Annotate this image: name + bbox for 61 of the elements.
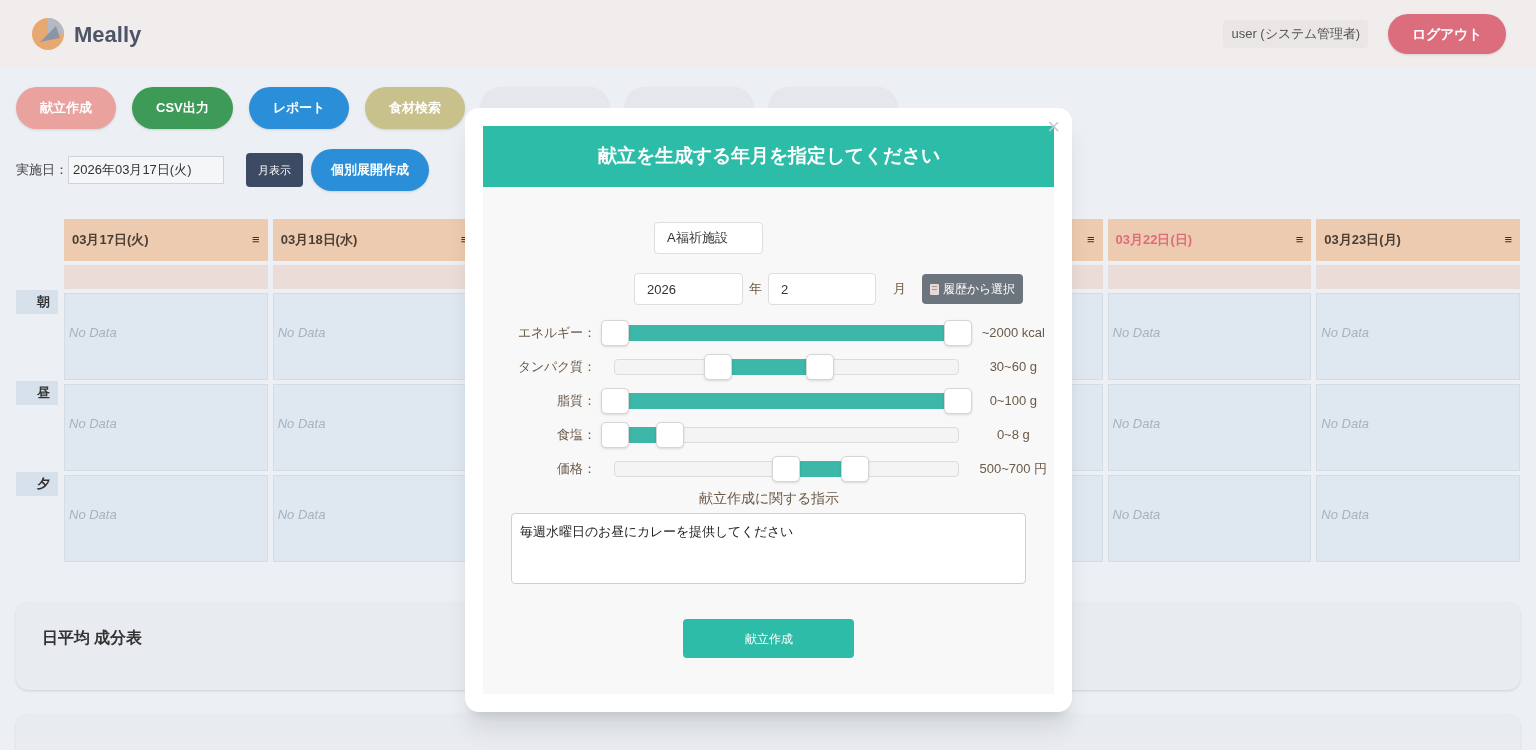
year-field[interactable]: 2026 xyxy=(634,273,743,305)
instruction-label: 献立作成に関する指示 xyxy=(698,489,839,508)
no-data-text: No Data xyxy=(1112,507,1161,522)
meal-label: 朝 xyxy=(16,290,58,314)
slider-label: 食塩： xyxy=(555,426,597,445)
month-view-button[interactable]: 月表示 xyxy=(246,153,303,187)
user-label: user (システム管理者) xyxy=(1223,20,1368,48)
history-button[interactable]: 履歴から選択 xyxy=(922,274,1023,304)
slider-label: 価格： xyxy=(555,460,597,479)
day-label: 03月23日(月) xyxy=(1324,231,1401,250)
no-data-text: No Data xyxy=(1321,416,1369,431)
slider-handle[interactable] xyxy=(840,456,869,482)
slider-reading: 30~60 g xyxy=(988,358,1038,377)
slider-reading: 0~100 g xyxy=(988,392,1038,411)
slider-handle[interactable] xyxy=(943,388,972,414)
no-data-text: No Data xyxy=(1321,507,1369,522)
slider-label: エネルギー： xyxy=(516,324,597,343)
slider-label: 脂質： xyxy=(555,392,597,411)
menu-icon[interactable]: ≡ xyxy=(1504,230,1512,250)
meal-label: 夕 xyxy=(16,472,58,496)
logo-text: Meally xyxy=(74,20,142,49)
slider-handle[interactable] xyxy=(943,320,972,346)
slider-handle[interactable] xyxy=(600,388,629,414)
slider-reading: 500~700 円 xyxy=(978,460,1049,479)
notebook-icon xyxy=(930,283,939,295)
no-data-text: No Data xyxy=(1112,416,1161,431)
date-label: 実施日： xyxy=(16,161,68,180)
no-data-text: No Data xyxy=(69,507,117,522)
no-data-text: No Data xyxy=(277,325,326,340)
nav-button[interactable]: CSV出力 xyxy=(132,87,233,129)
month-unit: 月 xyxy=(891,280,907,299)
no-data-text: No Data xyxy=(277,416,326,431)
instruction-field[interactable]: 毎週水曜日のお昼にカレーを提供してください xyxy=(511,513,1026,584)
day-label: 03月17日(火) xyxy=(72,231,149,250)
no-data-text: No Data xyxy=(69,325,117,340)
slider-reading: 0~8 g xyxy=(995,426,1031,445)
menu-icon[interactable]: ≡ xyxy=(1295,230,1304,250)
no-data-text: No Data xyxy=(1321,325,1369,340)
summary-title: 日平均 成分表 xyxy=(42,629,143,646)
meal-label: 昼 xyxy=(16,381,58,405)
menu-icon[interactable]: ≡ xyxy=(252,230,260,250)
slider-handle[interactable] xyxy=(655,422,684,448)
month-field[interactable]: 2 xyxy=(768,273,876,305)
range-slider[interactable] xyxy=(599,387,973,415)
slider-handle[interactable] xyxy=(806,354,835,380)
slider-reading: ~2000 kcal xyxy=(980,324,1046,343)
date-field[interactable]: 2026年03月17日(火) xyxy=(68,156,224,184)
facility-field[interactable]: A福祈施設 xyxy=(654,222,763,254)
slider-handle[interactable] xyxy=(600,320,629,346)
range-slider[interactable] xyxy=(599,319,973,347)
slider-handle[interactable] xyxy=(772,456,801,482)
day-label: 03月22日(日) xyxy=(1115,231,1193,250)
no-data-text: No Data xyxy=(1112,325,1161,340)
no-data-text: No Data xyxy=(277,507,326,522)
slider-handle[interactable] xyxy=(703,354,732,380)
slider-label: タンパク質： xyxy=(516,358,597,377)
year-unit: 年 xyxy=(748,280,763,299)
menu-icon[interactable]: ≡ xyxy=(1086,230,1095,250)
slider-handle[interactable] xyxy=(600,422,629,448)
day-label: 03月18日(水) xyxy=(280,231,358,250)
no-data-text: No Data xyxy=(69,416,117,431)
